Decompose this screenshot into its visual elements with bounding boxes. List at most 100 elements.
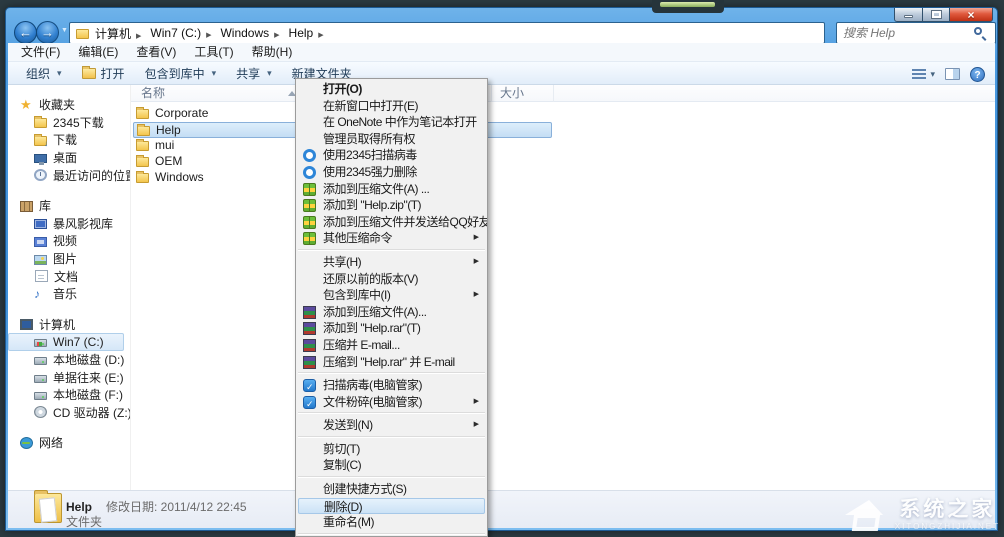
context-menu-item[interactable]: 在新窗口中打开(E) (296, 98, 487, 115)
context-menu-item[interactable]: 重命名(M) (296, 514, 487, 531)
selected-folder-icon (34, 490, 62, 523)
sidebar-item[interactable]: 下载 (8, 131, 130, 149)
winrar-icon (303, 338, 316, 352)
context-menu-item-label: 在 OneNote 中作为笔记本打开 (323, 115, 477, 130)
context-menu-item[interactable]: 打开(O) (296, 81, 487, 98)
toolbar-button-label: 打开 (100, 66, 125, 81)
context-menu-item[interactable]: 包含到库中(I) (296, 287, 487, 304)
toolbar-button[interactable]: 组织 (16, 63, 72, 83)
context-menu-item[interactable]: 管理员取得所有权 (296, 131, 487, 148)
breadcrumb-item[interactable]: 计算机 (93, 25, 148, 42)
context-menu-item[interactable]: 添加到 "Help.zip"(T) (296, 197, 487, 214)
address-bar[interactable]: 计算机 Win7 (C:) Windows Help (69, 22, 825, 44)
film-icon (34, 219, 47, 230)
sidebar-item[interactable]: CD 驱动器 (Z:) (8, 404, 130, 422)
file-name: Help (156, 123, 181, 137)
menu-bar-item[interactable]: 文件(F) (12, 43, 69, 62)
sidebar-item[interactable]: 2345下载 (8, 114, 130, 132)
view-dropdown-icon[interactable]: ▾ (930, 69, 935, 80)
context-menu-item[interactable]: 创建快捷方式(S) (296, 481, 487, 498)
context-menu-item[interactable]: 剪切(T) (296, 441, 487, 458)
navigation-pane: 收藏夹 2345下载 下载 桌面 最近访问的位置 库 暴风影视库 视频 图片 (8, 85, 131, 491)
sidebar-item[interactable]: 文档 (8, 267, 130, 285)
sidebar-item[interactable]: 单据往来 (E:) (8, 368, 130, 386)
sidebar-item[interactable]: 计算机 (8, 316, 130, 334)
maximize-button[interactable] (923, 8, 950, 22)
sidebar-item[interactable]: Win7 (C:) (8, 333, 124, 351)
search-input[interactable] (843, 24, 968, 42)
drive-icon (34, 357, 47, 366)
sidebar-item[interactable]: 桌面 (8, 149, 130, 167)
toolbar-button[interactable]: 打开 (72, 63, 135, 83)
scan-2345-icon (303, 165, 316, 179)
sidebar-item[interactable]: 视频 (8, 232, 130, 250)
context-menu-item[interactable]: 添加到 "Help.rar"(T) (296, 320, 487, 337)
sidebar-item[interactable]: 图片 (8, 250, 130, 268)
forward-button[interactable]: → (36, 21, 59, 44)
sidebar-item-label: 最近访问的位置 (53, 168, 131, 183)
breadcrumb-item[interactable]: Win7 (C:) (148, 26, 218, 40)
sidebar-item[interactable]: 收藏夹 (8, 96, 130, 114)
context-menu-item[interactable]: 在 OneNote 中作为笔记本打开 (296, 114, 487, 131)
context-menu-item[interactable]: 添加到压缩文件(A)... (296, 304, 487, 321)
sidebar-item[interactable]: 本地磁盘 (D:) (8, 351, 130, 369)
context-menu-item-label: 管理员取得所有权 (323, 131, 416, 146)
minimize-icon (904, 15, 913, 18)
context-menu-item[interactable]: 其他压缩命令 (296, 230, 487, 247)
breadcrumb-item[interactable]: Help (287, 26, 331, 40)
breadcrumb-arrow-icon[interactable] (201, 26, 216, 40)
recent-pages-dropdown-icon[interactable]: ▼ (61, 27, 68, 34)
context-menu-item[interactable]: 复制(C) (296, 457, 487, 474)
context-menu-item-label: 添加到 "Help.rar"(T) (323, 321, 421, 336)
menu-bar-item[interactable]: 工具(T) (185, 43, 242, 62)
context-menu-item[interactable]: 扫描病毒(电脑管家) (296, 377, 487, 396)
column-header-name[interactable]: 名称 (141, 85, 165, 102)
minimize-button[interactable] (894, 8, 923, 22)
context-menu-item[interactable]: 发送到(N) (296, 417, 487, 434)
context-menu-item[interactable]: 删除(D) (298, 497, 485, 515)
column-divider[interactable] (491, 85, 492, 102)
maximize-icon (931, 11, 941, 18)
breadcrumb-arrow-icon[interactable] (131, 27, 146, 41)
sidebar-item[interactable]: 库 (8, 197, 130, 215)
back-button[interactable]: ← (14, 21, 37, 44)
context-menu-item[interactable]: 压缩到 "Help.rar" 并 E-mail (296, 354, 487, 371)
context-menu-item[interactable]: 共享(H) (296, 254, 487, 271)
menu-bar-item[interactable]: 帮助(H) (243, 43, 302, 62)
context-menu-item[interactable]: 压缩并 E-mail... (296, 337, 487, 354)
window-controls: × (894, 8, 993, 22)
preview-pane-icon[interactable] (945, 68, 960, 80)
breadcrumb-item[interactable]: Windows (218, 26, 286, 40)
sidebar-item[interactable]: 网络 (8, 434, 130, 452)
toolbar-button[interactable]: 共享 (226, 63, 282, 83)
folder-icon (136, 155, 149, 167)
context-menu-item[interactable] (296, 533, 487, 536)
context-menu-item-label: 包含到库中(I) (323, 288, 391, 303)
close-button[interactable]: × (950, 8, 993, 22)
context-menu-item[interactable]: 使用2345扫描病毒 (296, 147, 487, 164)
sidebar-item[interactable]: 音乐 (8, 285, 130, 303)
sidebar-item-label: 本地磁盘 (F:) (53, 388, 123, 403)
sidebar-item[interactable]: 最近访问的位置 (8, 166, 130, 184)
context-menu-item[interactable]: 使用2345强力删除 (296, 164, 487, 181)
sidebar-item[interactable]: 本地磁盘 (F:) (8, 386, 130, 404)
context-menu-item[interactable]: 文件粉碎(电脑管家) (296, 394, 487, 412)
breadcrumb-arrow-icon[interactable] (313, 26, 328, 40)
breadcrumb-arrow-icon[interactable] (269, 26, 284, 40)
context-menu-item-label: 使用2345强力删除 (323, 164, 417, 179)
context-menu-item[interactable]: 添加到压缩文件(A) ... (296, 181, 487, 198)
menu-bar-item[interactable]: 编辑(E) (69, 43, 127, 62)
toolbar-button[interactable]: 包含到库中 (135, 63, 227, 83)
context-menu-item[interactable]: 还原以前的版本(V) (296, 271, 487, 288)
column-header-size[interactable]: 大小 (500, 85, 524, 102)
help-icon[interactable]: ? (970, 66, 985, 82)
column-divider[interactable] (553, 85, 554, 102)
folder-icon (136, 139, 149, 151)
docs-icon (35, 270, 48, 283)
menu-bar-item[interactable]: 查看(V) (127, 43, 185, 62)
search-icon[interactable] (974, 27, 982, 35)
change-view-icon[interactable] (912, 68, 927, 80)
context-menu-item[interactable]: 添加到压缩文件并发送给QQ好友 (296, 214, 487, 231)
sidebar-item[interactable]: 暴风影视库 (8, 215, 130, 233)
sidebar-item-label: 图片 (53, 252, 78, 267)
